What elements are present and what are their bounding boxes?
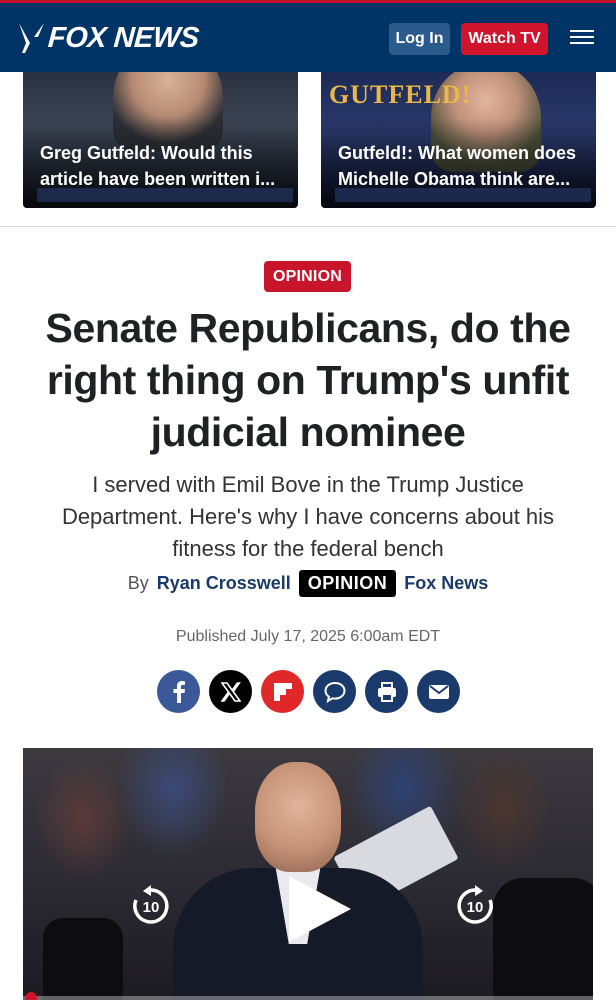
video-scene-chair <box>43 918 123 1000</box>
forward-10-button[interactable]: 10 <box>453 884 497 928</box>
watch-tv-button[interactable]: Watch TV <box>461 23 548 55</box>
forward-icon: 10 <box>457 885 493 924</box>
promo-caption: Gutfeld!: What women does Michelle Obama… <box>338 143 576 189</box>
fox-logo-mark-icon <box>19 23 44 53</box>
x-share-button[interactable] <box>209 670 252 713</box>
forward-seconds: 10 <box>467 899 484 916</box>
author-link[interactable]: Ryan Crosswell <box>157 573 291 594</box>
site-header: FOX NEWS Log In Watch TV <box>0 0 616 72</box>
promo-card-gutfeld-obama[interactable]: GUTFELD! Gutfeld!: What women does Miche… <box>321 72 596 208</box>
facebook-icon <box>173 680 185 703</box>
email-icon <box>428 684 449 699</box>
video-progress-bar[interactable] <box>23 992 593 1000</box>
comment-icon <box>323 681 346 703</box>
flipboard-icon <box>273 682 292 701</box>
print-icon <box>377 681 396 702</box>
share-bar <box>157 670 460 713</box>
video-player[interactable]: 10 10 <box>23 748 593 1000</box>
play-button[interactable] <box>285 874 355 944</box>
facebook-share-button[interactable] <box>157 670 200 713</box>
opinion-section-badge[interactable]: OPINION <box>264 261 351 292</box>
print-button[interactable] <box>365 670 408 713</box>
show-brand-logo: GUTFELD! <box>329 80 472 109</box>
rewind-icon: 10 <box>133 885 169 924</box>
published-timestamp: Published July 17, 2025 6:00am EDT <box>175 628 441 645</box>
promo-card-gutfeld-article[interactable]: Greg Gutfeld: Would this article have be… <box>23 72 298 208</box>
byline-prefix: By <box>127 572 149 593</box>
log-in-button[interactable]: Log In <box>389 23 450 55</box>
video-scene-chair <box>493 878 593 1000</box>
promo-caption: Greg Gutfeld: Would this article have be… <box>40 143 276 189</box>
source-link[interactable]: Fox News <box>404 573 488 594</box>
byline-opinion-tag: OPINION <box>298 569 397 597</box>
article-headline: Senate Republicans, do the right thing o… <box>45 305 571 455</box>
email-share-button[interactable] <box>417 670 460 713</box>
logo-text: FOX NEWS <box>46 21 200 54</box>
progress-scrubber[interactable] <box>25 992 37 1000</box>
play-icon <box>289 876 351 942</box>
comments-button[interactable] <box>313 670 356 713</box>
section-divider <box>0 226 616 227</box>
flipboard-share-button[interactable] <box>261 670 304 713</box>
rewind-seconds: 10 <box>143 899 160 916</box>
hamburger-menu-icon[interactable] <box>570 30 594 48</box>
x-icon <box>220 681 241 702</box>
byline: By Ryan Crosswell OPINION Fox News <box>0 566 616 600</box>
rewind-10-button[interactable]: 10 <box>129 884 173 928</box>
video-scene-subject-head <box>255 762 341 872</box>
fox-news-logo[interactable]: FOX NEWS <box>16 18 200 58</box>
article-subhead: I served with Emil Bove in the Trump Jus… <box>61 472 555 561</box>
